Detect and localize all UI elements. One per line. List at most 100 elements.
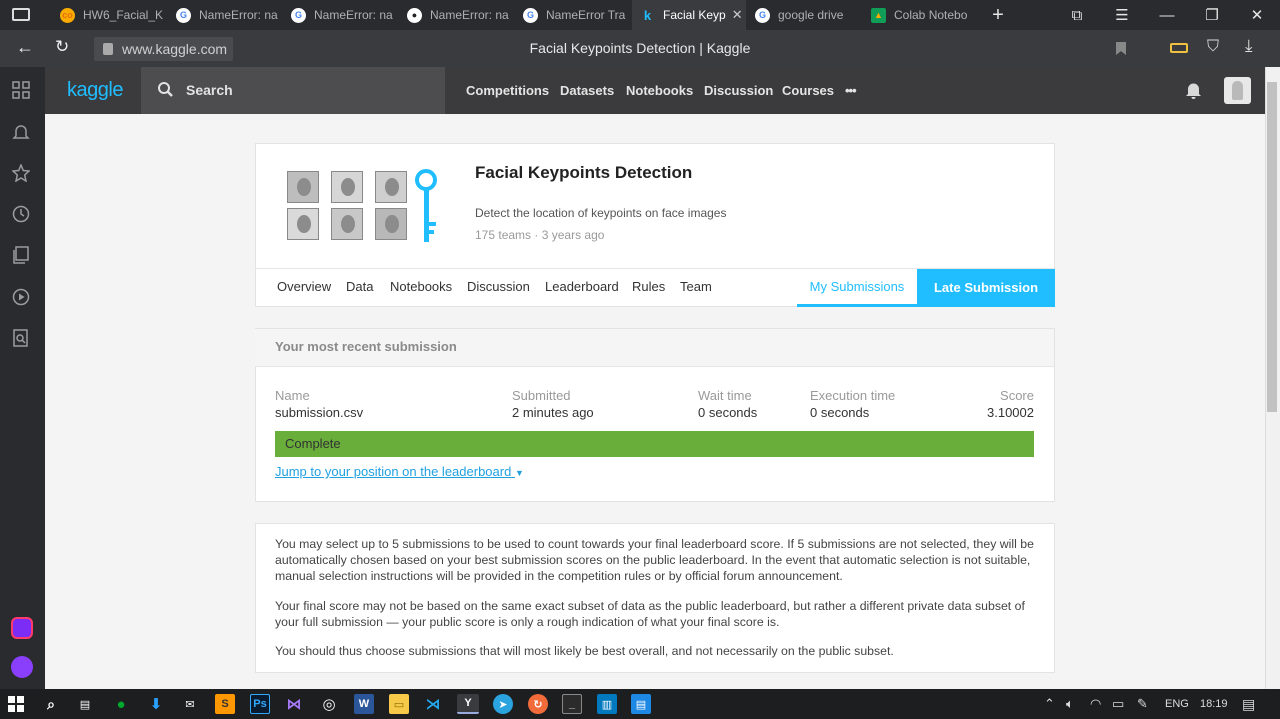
browser-tab[interactable]: G NameError Tra [521,0,627,30]
nav-courses[interactable]: Courses [782,67,834,114]
search-taskbar-icon[interactable]: ⌕ [41,694,61,714]
nav-competitions[interactable]: Competitions [466,67,549,114]
tab-leaderboard[interactable]: Leaderboard [545,270,619,307]
tab-label: Colab Notebo [894,8,968,22]
browser-tab-bar: co HW6_Facial_K G NameError: na G NameEr… [0,0,1280,30]
browser-tab[interactable]: G NameError: na [174,0,280,30]
downloader-icon[interactable]: ⬇ [146,694,166,714]
download-icon[interactable]: ⤓ [1245,36,1253,56]
collections-icon[interactable] [12,246,32,266]
search-box[interactable]: Search [141,67,445,114]
sublime-icon[interactable]: S [215,694,235,714]
col-submitted-label: Submitted [512,388,571,403]
tab-overview[interactable]: Overview [277,270,331,307]
browser-tab[interactable]: G NameError: na [289,0,395,30]
competition-description: Detect the location of keypoints on face… [475,206,727,220]
browser-tab[interactable]: ▲ Colab Notebo [869,0,975,30]
star-icon[interactable] [11,163,32,184]
my-submissions-tab[interactable]: My Submissions [797,269,917,307]
nav-discussion[interactable]: Discussion [704,67,773,114]
col-exec-label: Execution time [810,388,896,403]
new-tab-icon[interactable]: + [986,4,1010,26]
bookmarks-icon[interactable]: ⧉ [1065,4,1089,26]
browser-tab[interactable]: co HW6_Facial_K [56,0,166,30]
yandex-browser-icon[interactable]: Y [457,694,479,714]
trello-icon[interactable]: ▥ [597,694,617,714]
windows-start-icon[interactable] [8,696,24,715]
photoshop-icon[interactable]: Ps [250,694,270,714]
browser-sidebar [0,67,45,689]
competition-thumbnail [285,168,445,244]
browser-tab[interactable]: G google drive [753,0,859,30]
action-center-icon[interactable]: ▤ [1242,689,1255,719]
visual-studio-icon[interactable]: ⋈ [284,694,304,714]
reload-icon[interactable]: ↻ [55,37,69,57]
word-icon[interactable]: W [354,694,374,714]
tab-team[interactable]: Team [680,270,712,307]
telegram-icon[interactable]: ➤ [493,694,513,714]
terminal-icon[interactable]: _ [562,694,582,714]
obs-icon[interactable]: ◎ [319,694,339,714]
restore-icon[interactable]: ❐ [1200,4,1224,26]
tabs-menu-icon[interactable] [12,8,30,21]
face-thumb [287,171,319,203]
tab-rules[interactable]: Rules [632,270,665,307]
colab-icon: co [60,7,75,23]
bell-icon[interactable] [1185,81,1202,102]
protect-icon[interactable]: ⛉ [1207,38,1219,56]
nav-datasets[interactable]: Datasets [560,67,614,114]
file-explorer-icon[interactable]: ▭ [389,694,409,714]
jump-to-leaderboard-link[interactable]: Jump to your position on the leaderboard… [275,464,524,479]
battery-icon[interactable]: ▭ [1112,689,1124,719]
tray-chevron-icon[interactable]: ⌃ [1044,689,1055,719]
wifi-icon[interactable]: ◠ [1090,689,1101,719]
late-submission-button[interactable]: Late Submission [917,269,1055,307]
tab-discussion[interactable]: Discussion [467,270,530,307]
mail-icon[interactable]: ✉ [180,694,200,714]
nav-notebooks[interactable]: Notebooks [626,67,693,114]
page-title: Facial Keypoints Detection | Kaggle [529,40,751,56]
vscode-icon[interactable]: ⋊ [423,694,443,714]
info-paragraph: Your final score may not be based on the… [275,599,1025,629]
menu-icon[interactable]: ☰ [1110,4,1134,26]
avatar[interactable] [1224,77,1251,104]
url-field[interactable]: www.kaggle.com [94,37,234,61]
lock-icon [103,43,113,55]
language-indicator[interactable]: ENG [1165,689,1189,719]
close-window-icon[interactable]: ✕ [1245,4,1269,26]
tab-label: NameError: na [199,8,278,22]
apps-icon[interactable] [12,81,32,101]
tab-label: google drive [778,8,844,22]
google-icon: G [176,7,191,23]
browser-tab[interactable]: ● NameError: na [405,0,511,30]
evernote-icon[interactable]: ● [111,694,131,714]
battery-saver-icon[interactable] [1170,43,1188,53]
alice-assistant-icon[interactable] [11,656,33,678]
col-wait-label: Wait time [698,388,752,403]
recent-submission-header: Your most recent submission [255,329,1054,367]
competition-title: Facial Keypoints Detection [475,163,693,182]
notepad-icon[interactable]: ▤ [631,694,651,714]
more-icon[interactable]: ••• [845,67,857,114]
tab-label: NameError Tra [546,8,626,22]
back-icon[interactable]: ← [16,37,34,58]
tab-data[interactable]: Data [346,270,373,307]
messenger-icon[interactable] [11,617,33,639]
tab-notebooks[interactable]: Notebooks [390,270,452,307]
url-text: www.kaggle.com [122,41,228,57]
minimize-icon[interactable]: — [1155,4,1179,26]
close-tab-icon[interactable]: ✕ [732,7,743,23]
kaggle-logo[interactable]: kaggle [67,67,123,114]
task-view-icon[interactable]: ▤ [75,694,95,714]
scrollbar-thumb[interactable] [1267,82,1277,412]
volume-icon[interactable]: 🔈︎ [1066,689,1074,719]
notifications-icon[interactable] [12,123,32,143]
teams-count[interactable]: 175 teams [475,228,531,242]
video-icon[interactable] [12,288,32,308]
pen-icon[interactable]: ✎ [1137,689,1148,719]
browser-tab-active[interactable]: k Facial Keyp ✕ [632,0,746,30]
clock[interactable]: 18:19 [1200,689,1228,719]
history-icon[interactable] [12,205,32,225]
app-icon[interactable]: ↻ [528,694,548,714]
search-page-icon[interactable] [12,329,32,349]
